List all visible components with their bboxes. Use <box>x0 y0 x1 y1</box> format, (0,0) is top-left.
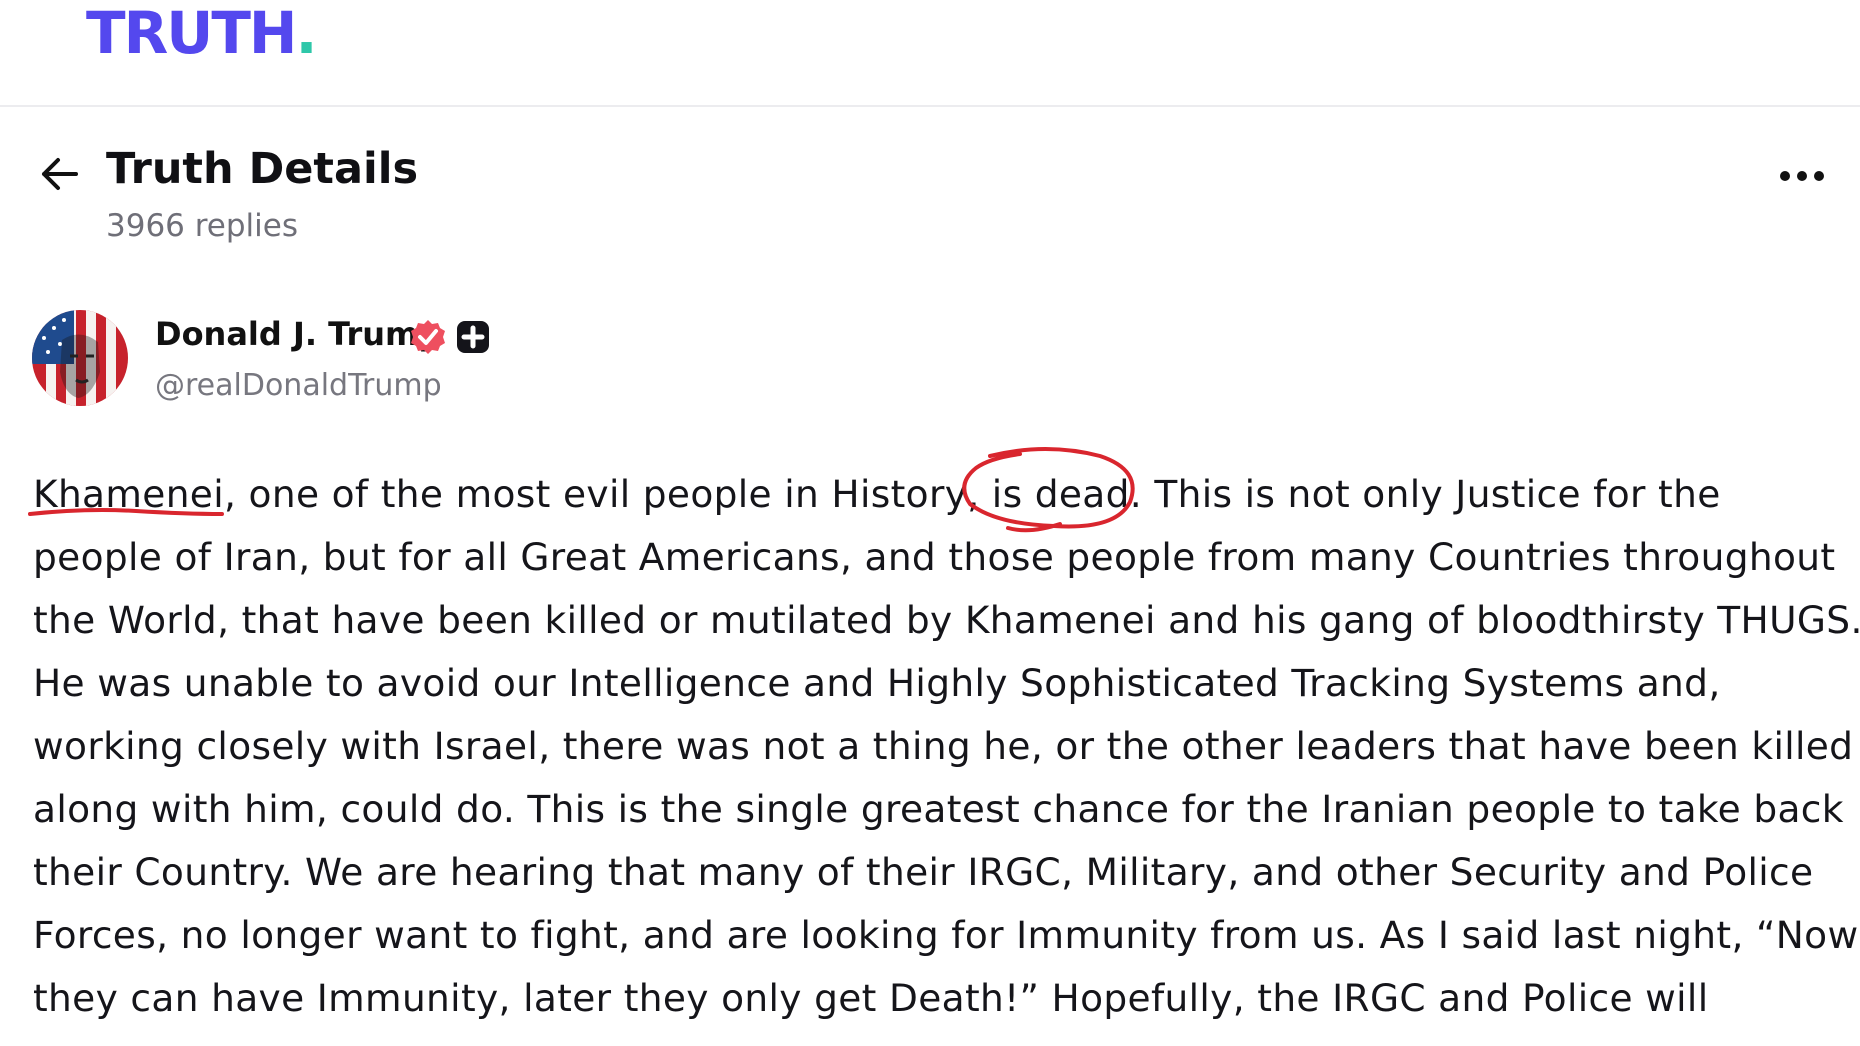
top-bar: TRUTH. <box>0 0 1860 107</box>
post-line: people of Iran, but for all Great Americ… <box>33 535 1836 579</box>
post-line: the World, that have been killed or muti… <box>33 598 1860 642</box>
post-line: Forces, no longer want to fight, and are… <box>33 913 1859 957</box>
logo-text: TRUTH <box>86 0 297 67</box>
post-line: their Country. We are hearing that many … <box>33 850 1814 894</box>
plus-badge-icon <box>456 320 490 354</box>
author-name[interactable]: Donald J. Trump <box>155 318 441 350</box>
avatar-image <box>32 310 128 406</box>
arrow-left-icon <box>42 158 78 190</box>
post-line: they can have Immunity, later they only … <box>33 976 1709 1020</box>
post-line: He was unable to avoid our Intelligence … <box>33 661 1721 705</box>
truth-logo[interactable]: TRUTH. <box>86 4 317 62</box>
post-line: along with him, could do. This is the si… <box>33 787 1844 831</box>
post-line: Khamenei, one of the most evil people in… <box>33 472 1721 516</box>
post-body: Khamenei, one of the most evil people in… <box>33 463 1860 1030</box>
avatar[interactable] <box>32 310 128 406</box>
verified-badge-icon <box>409 318 447 356</box>
back-button[interactable] <box>38 152 82 196</box>
replies-count: 3966 replies <box>106 208 299 244</box>
post-line: working closely with Israel, there was n… <box>33 724 1854 768</box>
logo-dot: . <box>295 0 317 67</box>
more-options-button[interactable] <box>1778 166 1826 186</box>
page-title: Truth Details <box>106 144 419 194</box>
author-handle[interactable]: @realDonaldTrump <box>155 371 442 401</box>
more-horizontal-icon <box>1780 171 1824 181</box>
